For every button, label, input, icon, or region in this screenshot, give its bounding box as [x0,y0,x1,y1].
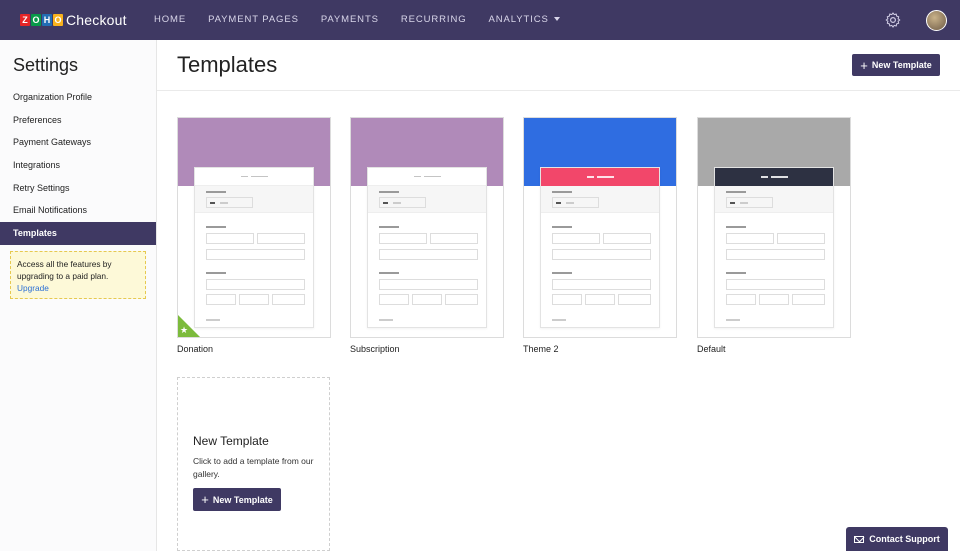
template-name: Subscription [350,344,400,354]
preview-form-summary [195,186,313,213]
plus-icon: + [201,492,209,507]
nav-analytics-label: ANALYTICS [488,14,549,25]
preview-form-summary [715,186,833,213]
brand-logo[interactable]: Z O H O Checkout [20,10,127,30]
template-name: Donation [177,344,214,354]
page-header: Templates + New Template [157,40,960,91]
sidebar-item-templates[interactable]: Templates [0,222,156,245]
plus-icon: + [860,57,868,73]
avatar[interactable] [926,10,947,31]
template-preview-form [714,167,834,328]
new-template-card-title: New Template [193,434,269,448]
template-name: Default [697,344,726,354]
nav-home[interactable]: HOME [143,0,197,40]
top-navbar: Z O H O Checkout HOME PAYMENT PAGES PAYM… [0,0,960,40]
upgrade-notice: Access all the features by upgrading to … [10,251,146,299]
preview-form-fields [195,213,313,328]
star-icon: ★ [180,325,189,335]
logo-letter: O [53,14,63,26]
sidebar-title: Settings [13,55,79,75]
preview-form-fields [541,213,659,328]
nav-payment-pages[interactable]: PAYMENT PAGES [197,0,310,40]
template-preview-form [194,167,314,328]
sidebar-item-retry-settings[interactable]: Retry Settings [0,177,156,200]
template-card[interactable] [350,117,504,338]
logo-letter: O [31,14,41,26]
new-template-card-button-label: New Template [212,494,273,505]
new-template-card-button[interactable]: + New Template [193,488,281,511]
new-template-card[interactable]: New Template Click to add a template fro… [177,377,330,551]
settings-sidebar: Settings Organization Profile Preference… [0,40,157,551]
sidebar-item-integrations[interactable]: Integrations [0,154,156,177]
upgrade-link[interactable]: Upgrade [17,283,49,293]
nav-analytics[interactable]: ANALYTICS [478,0,571,40]
chevron-down-icon [553,17,560,22]
app-name: Checkout [66,12,127,28]
nav-payments[interactable]: PAYMENTS [310,0,390,40]
template-preview-form [540,167,660,328]
preview-form-summary [541,186,659,213]
preview-form-fields [368,213,486,328]
template-name: Theme 2 [523,344,559,354]
template-card[interactable] [697,117,851,338]
nav-recurring[interactable]: RECURRING [390,0,478,40]
preview-form-header [715,168,833,186]
preview-form-summary [368,186,486,213]
mail-icon [854,535,865,543]
sidebar-item-preferences[interactable]: Preferences [0,109,156,132]
preview-form-fields [715,213,833,328]
preview-form-header [368,168,486,186]
contact-support-label: Contact Support [869,534,940,544]
sidebar-item-organization-profile[interactable]: Organization Profile [0,86,156,109]
sidebar-item-payment-gateways[interactable]: Payment Gateways [0,131,156,154]
gear-icon[interactable] [884,11,902,29]
new-template-button-label: New Template [871,60,932,70]
template-preview-form [367,167,487,328]
preview-form-header [541,168,659,186]
upgrade-notice-text: Access all the features by upgrading to … [17,259,112,281]
logo-letter: H [42,14,52,26]
template-card[interactable]: ★ [177,117,331,338]
main-nav: HOME PAYMENT PAGES PAYMENTS RECURRING AN… [143,0,571,40]
sidebar-item-email-notifications[interactable]: Email Notifications [0,199,156,222]
zoho-logo: Z O H O [20,14,63,26]
contact-support-button[interactable]: Contact Support [846,527,948,551]
preview-form-header [195,168,313,186]
template-card[interactable] [523,117,677,338]
page-title: Templates [177,52,278,77]
new-template-card-description: Click to add a template from our gallery… [193,456,314,479]
sidebar-menu: Organization Profile Preferences Payment… [0,86,156,245]
logo-letter: Z [20,14,30,26]
new-template-button[interactable]: + New Template [852,54,940,76]
